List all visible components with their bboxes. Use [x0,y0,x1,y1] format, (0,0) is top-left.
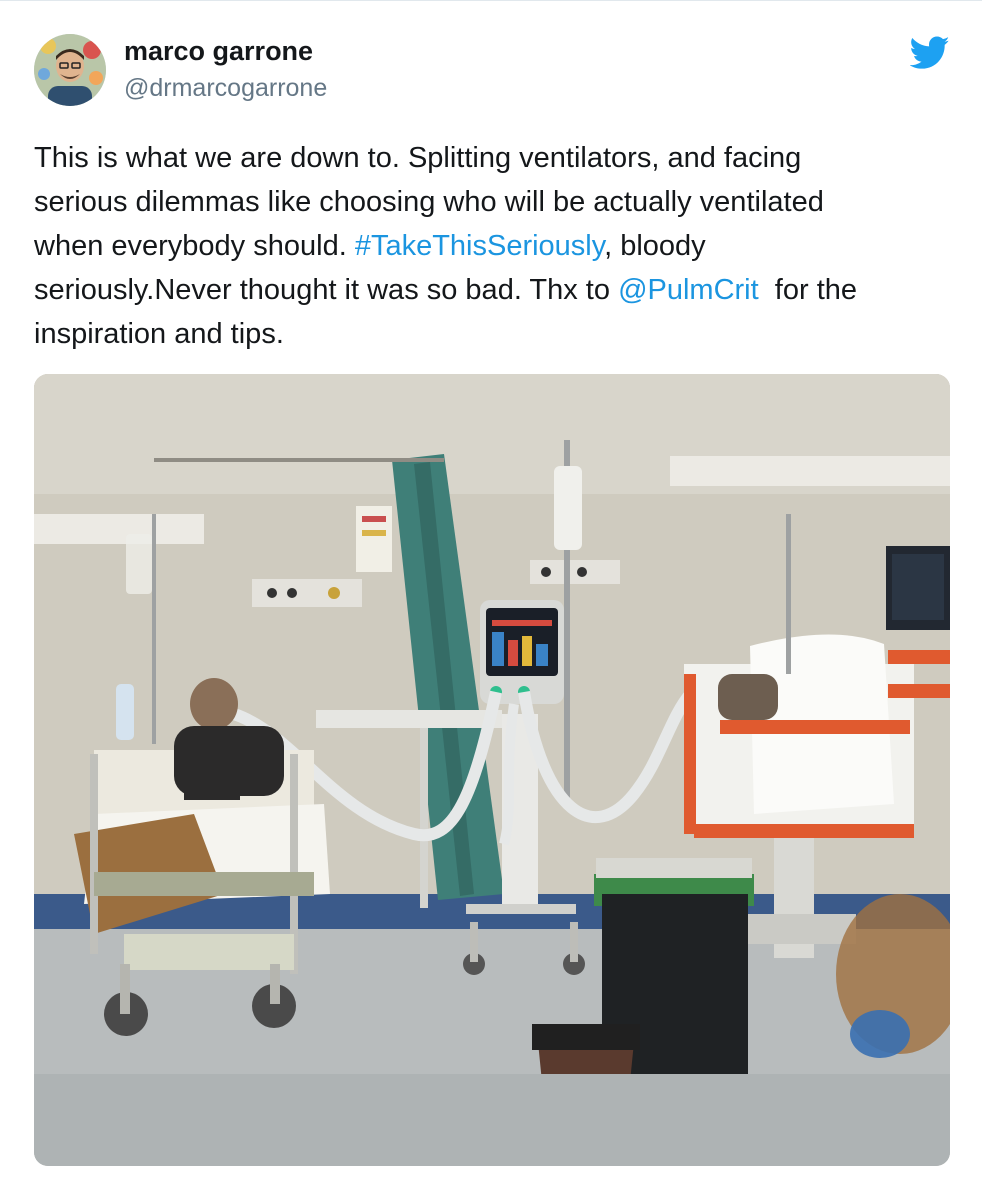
tweet-line: This is what we are down to. Splitting v… [34,142,802,174]
tweet-line: seriously.Never thought it was so bad. T… [34,274,858,306]
top-divider [0,0,982,1]
author-handle[interactable]: @drmarcogarrone [124,72,327,104]
author-name[interactable]: marco garrone [124,34,313,68]
tweet-line: serious dilemmas like choosing who will … [34,186,824,218]
user-avatar-icon [34,34,106,106]
tweet-photo[interactable] [34,374,950,1166]
avatar[interactable] [34,34,106,106]
twitter-bird-icon[interactable] [910,36,950,70]
hospital-ward-photo [34,374,950,1166]
tweet-line: when everybody should. #TakeThisSeriousl… [34,230,706,262]
hashtag-link[interactable]: #TakeThisSeriously [355,230,604,262]
tweet-line: inspiration and tips. [34,318,284,350]
tweet-text: This is what we are down to. Splitting v… [34,136,954,356]
mention-link[interactable]: @PulmCrit [618,274,759,306]
